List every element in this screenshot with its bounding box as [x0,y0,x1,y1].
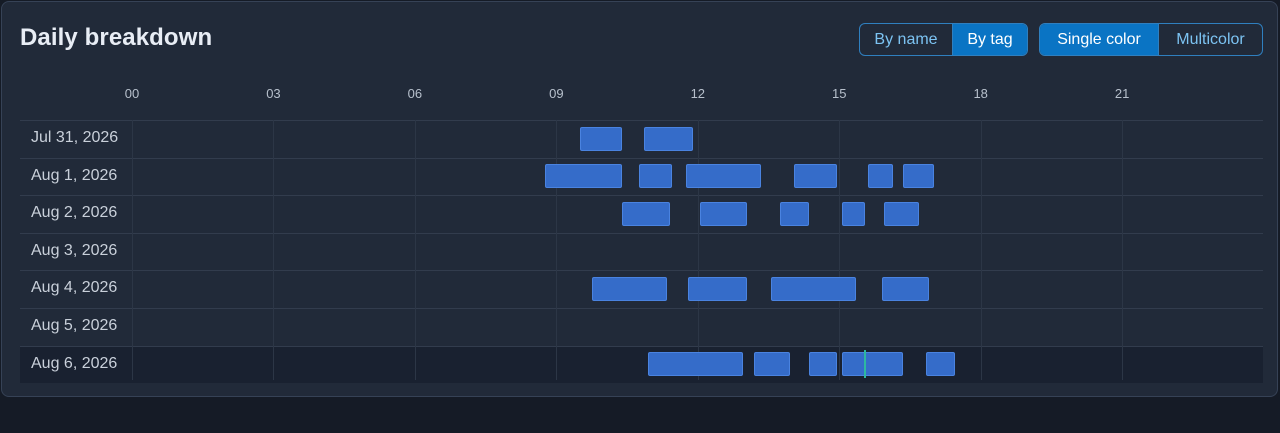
activity-bar[interactable] [754,352,790,377]
day-label: Aug 6, 2026 [31,354,118,372]
activity-bar[interactable] [770,276,856,301]
activity-bar[interactable] [622,201,670,226]
activity-bar[interactable] [902,164,934,189]
activity-bar[interactable] [686,164,762,189]
activity-bar[interactable] [579,126,623,151]
hour-tick-label: 00 [124,86,140,101]
hour-tick-label: 03 [266,86,281,101]
daily-breakdown-panel: Daily breakdown By name By tag Single co… [1,1,1278,397]
day-label: Aug 1, 2026 [31,166,118,184]
activity-bar[interactable] [688,276,748,301]
by-name-button[interactable]: By name [860,24,952,55]
activity-bar[interactable] [643,126,694,151]
activity-bar[interactable] [794,164,837,189]
day-row: Aug 3, 2026 [20,232,1263,270]
by-tag-button[interactable]: By tag [952,24,1027,55]
grouping-toggle: By name By tag [859,23,1028,56]
day-label: Aug 2, 2026 [31,204,118,222]
panel-title: Daily breakdown [20,24,213,51]
activity-bar[interactable] [591,276,668,301]
day-label: Aug 5, 2026 [31,317,118,334]
activity-bar[interactable] [780,201,809,226]
hour-gridline [273,120,274,380]
activity-bar[interactable] [700,201,748,226]
current-time-marker [864,350,867,379]
activity-bar[interactable] [638,164,672,189]
activity-bar[interactable] [648,352,743,377]
activity-bar[interactable] [884,201,920,226]
hour-tick-label: 18 [973,86,988,101]
activity-bar[interactable] [808,352,837,377]
hour-gridline [132,120,133,380]
day-row: Jul 31, 2026 [20,120,1263,157]
color-mode-toggle: Single color Multicolor [1039,23,1263,56]
hour-tick-label: 15 [832,86,847,101]
day-label: Aug 4, 2026 [31,279,118,297]
hour-gridline [1122,120,1123,380]
activity-bar[interactable] [881,276,929,301]
hour-tick-label: 06 [407,86,423,101]
single-color-button[interactable]: Single color [1040,24,1158,55]
activity-bar[interactable] [841,352,903,377]
hour-gridline [415,120,416,380]
multicolor-button[interactable]: Multicolor [1158,24,1262,55]
day-label: Aug 3, 2026 [31,241,118,259]
hour-gridline [981,120,982,380]
activity-bar[interactable] [544,164,623,189]
hour-gridline [698,120,699,380]
timeline-chart: 00 03 06 09 12 15 18 21 Jul 31, 2026 Aug 1, 2026 A… [20,82,1263,383]
day-row: Aug 5, 2026 [20,308,1263,345]
activity-bar[interactable] [926,352,955,377]
hour-gridline [556,120,557,380]
hour-tick-label: 09 [549,86,564,101]
hour-gridline [839,120,840,380]
hour-tick-label: 21 [1114,86,1130,101]
day-row: Aug 6, 2026 [20,345,1263,383]
activity-bar[interactable] [867,164,894,189]
hour-tick-label: 12 [690,86,706,101]
activity-bar[interactable] [841,201,866,226]
day-label: Jul 31, 2026 [31,129,119,146]
